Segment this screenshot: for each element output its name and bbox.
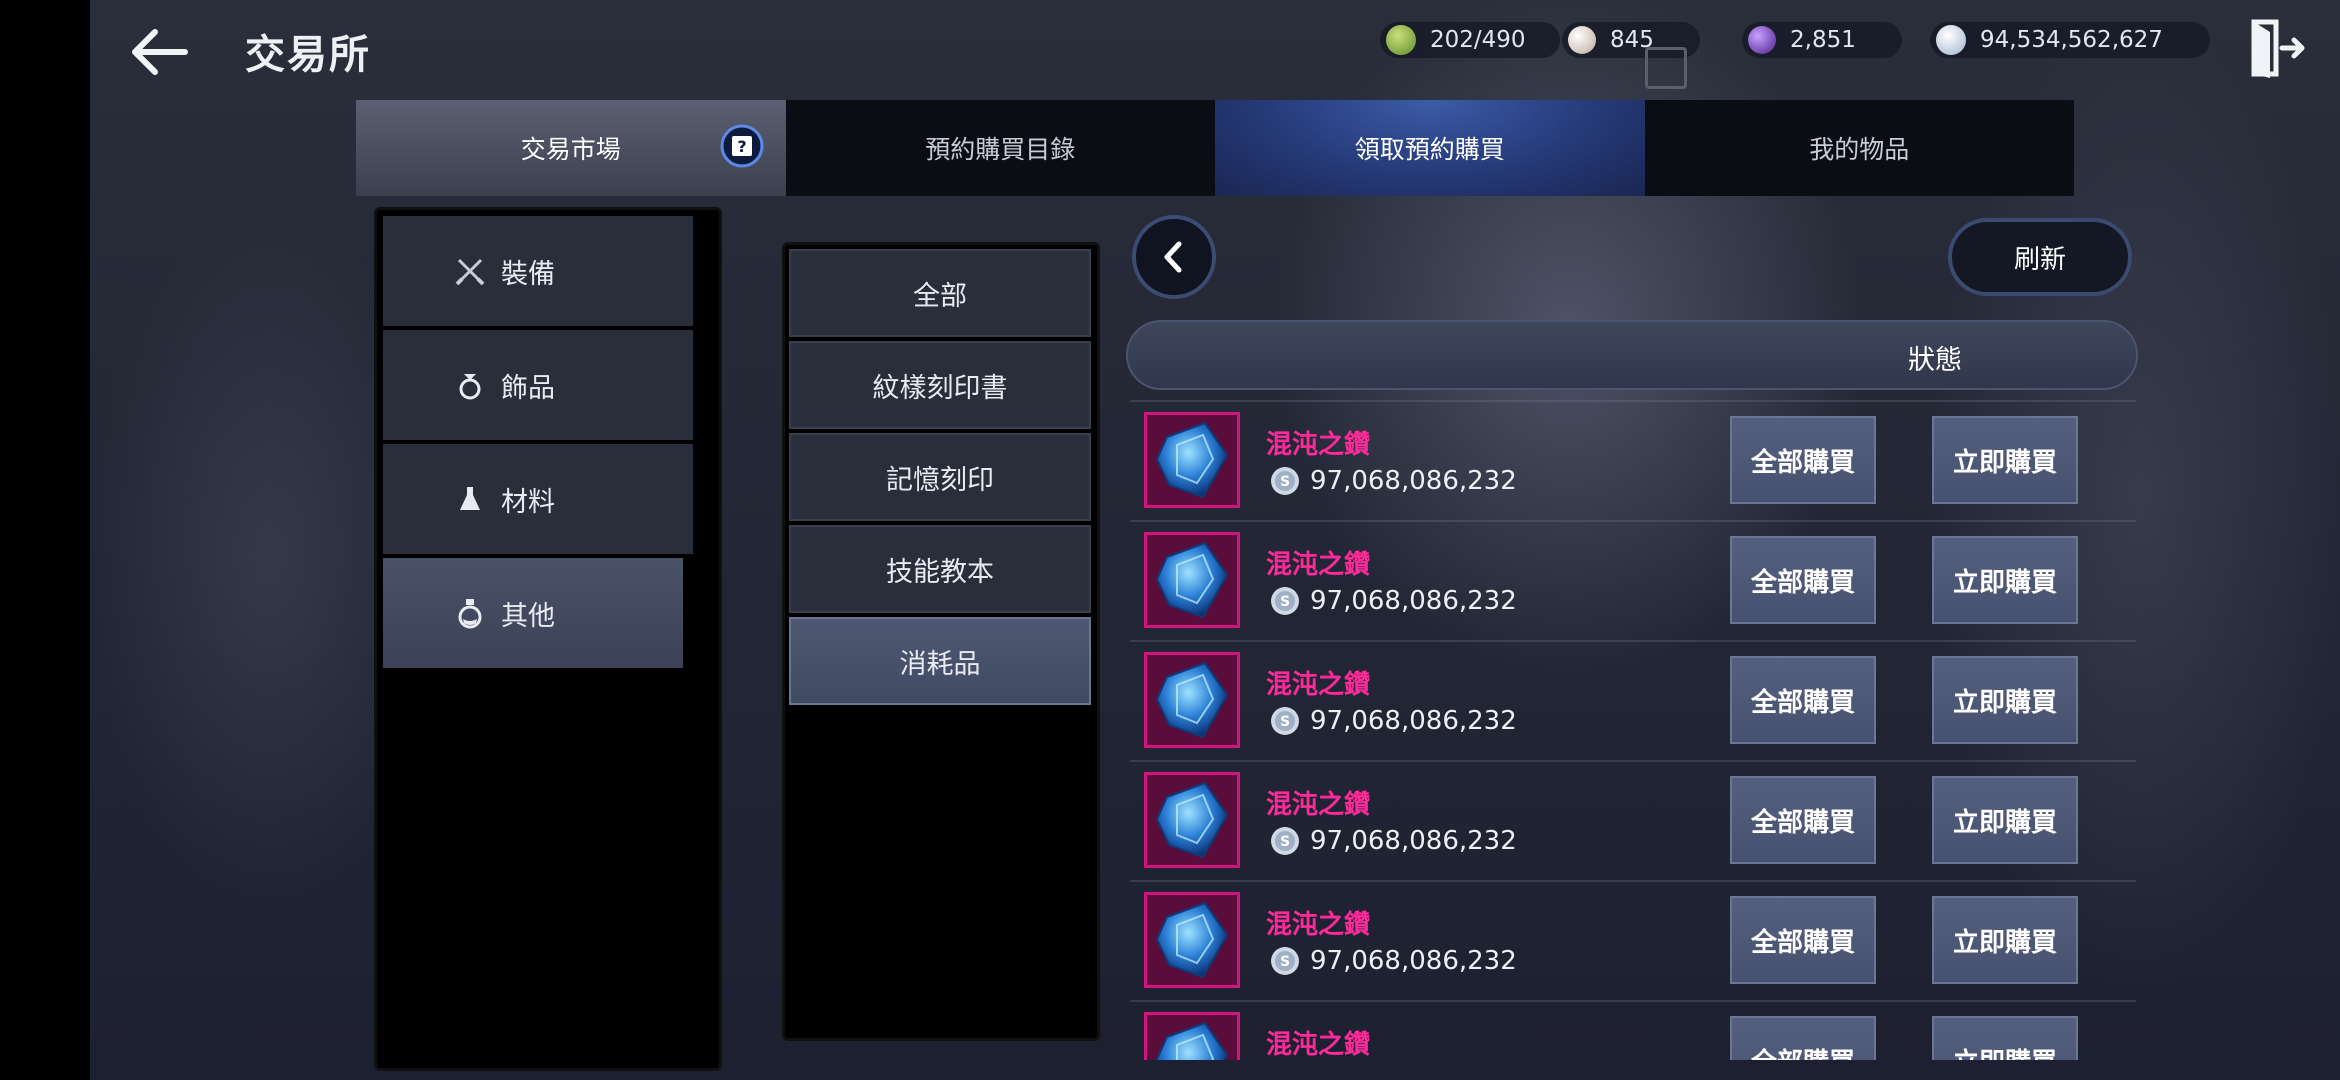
svg-text:S: S xyxy=(1280,474,1290,490)
list-item[interactable]: 混沌之鑽 S 97,068,086,232 全部購買 立即購買 xyxy=(1130,520,2136,640)
chevron-left-icon xyxy=(1164,241,1182,273)
silver-coin-icon: S xyxy=(1271,467,1299,495)
item-name: 混沌之鑽 xyxy=(1266,550,1371,580)
currency-purple-orb: 2,851 xyxy=(1742,22,1902,58)
item-price: 97,068,086,232 xyxy=(1310,826,1517,856)
main-tabs: 交易市場 ? 預約購買目錄 領取預約購買 我的物品 xyxy=(356,100,2074,196)
buy-all-button[interactable]: 全部購買 xyxy=(1730,896,1876,984)
buy-now-button[interactable]: 立即購買 xyxy=(1932,656,2078,744)
page-title: 交易所 xyxy=(245,32,371,78)
subcategory-memory-engraving[interactable]: 記憶刻印 xyxy=(789,433,1091,521)
buy-now-button[interactable]: 立即購買 xyxy=(1932,896,2078,984)
tab-my-items[interactable]: 我的物品 xyxy=(1644,100,2074,196)
silver-coin-icon xyxy=(1936,25,1966,55)
pearl-icon xyxy=(1568,26,1596,54)
item-name: 混沌之鑽 xyxy=(1266,790,1371,820)
list-item[interactable]: 混沌之鑽 S 97,068,086,232 全部購買 立即購買 xyxy=(1130,400,2136,520)
item-price: 97,068,086,232 xyxy=(1310,946,1517,976)
category-accessory[interactable]: 飾品 xyxy=(383,330,693,444)
list-header: 狀態 xyxy=(1126,320,2138,390)
tab-trade-market[interactable]: 交易市場 ? xyxy=(356,100,786,196)
item-name: 混沌之鑽 xyxy=(1266,910,1371,940)
silver-coin-icon: S xyxy=(1271,707,1299,735)
silver-coin-icon: S xyxy=(1271,587,1299,615)
chaos-stone-icon xyxy=(1144,772,1240,868)
buy-now-button[interactable]: 立即購買 xyxy=(1932,536,2078,624)
currency-silver: 94,534,562,627 xyxy=(1930,22,2210,58)
chaos-stone-icon xyxy=(1144,532,1240,628)
flask-icon xyxy=(460,487,480,510)
subcategory-skill-book[interactable]: 技能教本 xyxy=(789,525,1091,613)
chaos-stone-icon xyxy=(1144,412,1240,508)
svg-text:?: ? xyxy=(737,137,746,156)
back-arrow-icon[interactable] xyxy=(127,22,197,82)
help-book-icon[interactable]: ? xyxy=(720,124,764,168)
list-item[interactable]: 混沌之鑽 S 97,068,086,232 全部購買 立即購買 xyxy=(1130,640,2136,760)
item-name: 混沌之鑽 xyxy=(1266,670,1371,700)
list-item[interactable]: 混沌之鑽 S 97,068,086,232 全部購買 立即購買 xyxy=(1130,880,2136,1000)
exit-icon[interactable] xyxy=(2250,18,2306,78)
tab-reserve-list[interactable]: 預約購買目錄 xyxy=(785,100,1215,196)
buy-all-button[interactable]: 全部購買 xyxy=(1730,1016,1876,1060)
currency-green-gem: 202/490 xyxy=(1380,22,1560,58)
subcategory-consumables[interactable]: 消耗品 xyxy=(789,617,1091,705)
buy-all-button[interactable]: 全部購買 xyxy=(1730,656,1876,744)
green-gem-icon xyxy=(1386,25,1416,55)
category-equipment[interactable]: 裝備 xyxy=(383,216,693,330)
buy-now-button[interactable]: 立即購買 xyxy=(1932,416,2078,504)
category-other[interactable]: 其他 xyxy=(383,558,683,672)
silver-coin-icon: S xyxy=(1271,827,1299,855)
item-price: 97,068,086,232 xyxy=(1310,706,1517,736)
buy-now-button[interactable]: 立即購買 xyxy=(1932,1016,2078,1060)
svg-text:S: S xyxy=(1280,594,1290,610)
tab-claim-reserve[interactable]: 領取預約購買 xyxy=(1215,100,1645,196)
list-item[interactable]: 混沌之鑽 全部購買 立即購買 xyxy=(1130,1000,2136,1060)
subcategory-pattern-book[interactable]: 紋樣刻印書 xyxy=(789,341,1091,429)
refresh-button[interactable]: 刷新 xyxy=(1948,218,2132,296)
exchange-screen: 交易所 202/490 845 2,851 94,534,562,627 交易市… xyxy=(90,0,2340,1080)
crossed-swords-icon xyxy=(455,258,485,286)
ring-icon xyxy=(459,374,481,400)
square-icon xyxy=(1645,47,1687,89)
category-panel: 裝備 飾品 材料 其他 xyxy=(374,207,722,1071)
svg-text:S: S xyxy=(1280,954,1290,970)
item-name: 混沌之鑽 xyxy=(1266,430,1371,460)
category-material[interactable]: 材料 xyxy=(383,444,693,558)
buy-now-button[interactable]: 立即購買 xyxy=(1932,776,2078,864)
chaos-stone-icon xyxy=(1144,892,1240,988)
purple-orb-icon xyxy=(1748,26,1776,54)
status-column-label: 狀態 xyxy=(1908,345,1962,376)
svg-text:S: S xyxy=(1280,834,1290,850)
potion-icon xyxy=(458,599,482,629)
list-back-button[interactable] xyxy=(1132,215,1216,299)
chaos-stone-icon xyxy=(1144,1012,1240,1060)
subcategory-panel: 全部 紋樣刻印書 記憶刻印 技能教本 消耗品 xyxy=(782,242,1100,1041)
buy-all-button[interactable]: 全部購買 xyxy=(1730,536,1876,624)
subcategory-all[interactable]: 全部 xyxy=(789,249,1091,337)
item-price: 97,068,086,232 xyxy=(1310,466,1517,496)
silver-coin-icon: S xyxy=(1271,947,1299,975)
item-name: 混沌之鑽 xyxy=(1266,1030,1371,1060)
chaos-stone-icon xyxy=(1144,652,1240,748)
buy-all-button[interactable]: 全部購買 xyxy=(1730,776,1876,864)
item-price: 97,068,086,232 xyxy=(1310,586,1517,616)
svg-text:S: S xyxy=(1280,714,1290,730)
list-item[interactable]: 混沌之鑽 S 97,068,086,232 全部購買 立即購買 xyxy=(1130,760,2136,880)
buy-all-button[interactable]: 全部購買 xyxy=(1730,416,1876,504)
item-list: 混沌之鑽 S 97,068,086,232 全部購買 立即購買 混沌之鑽 S 9… xyxy=(1130,400,2136,1060)
